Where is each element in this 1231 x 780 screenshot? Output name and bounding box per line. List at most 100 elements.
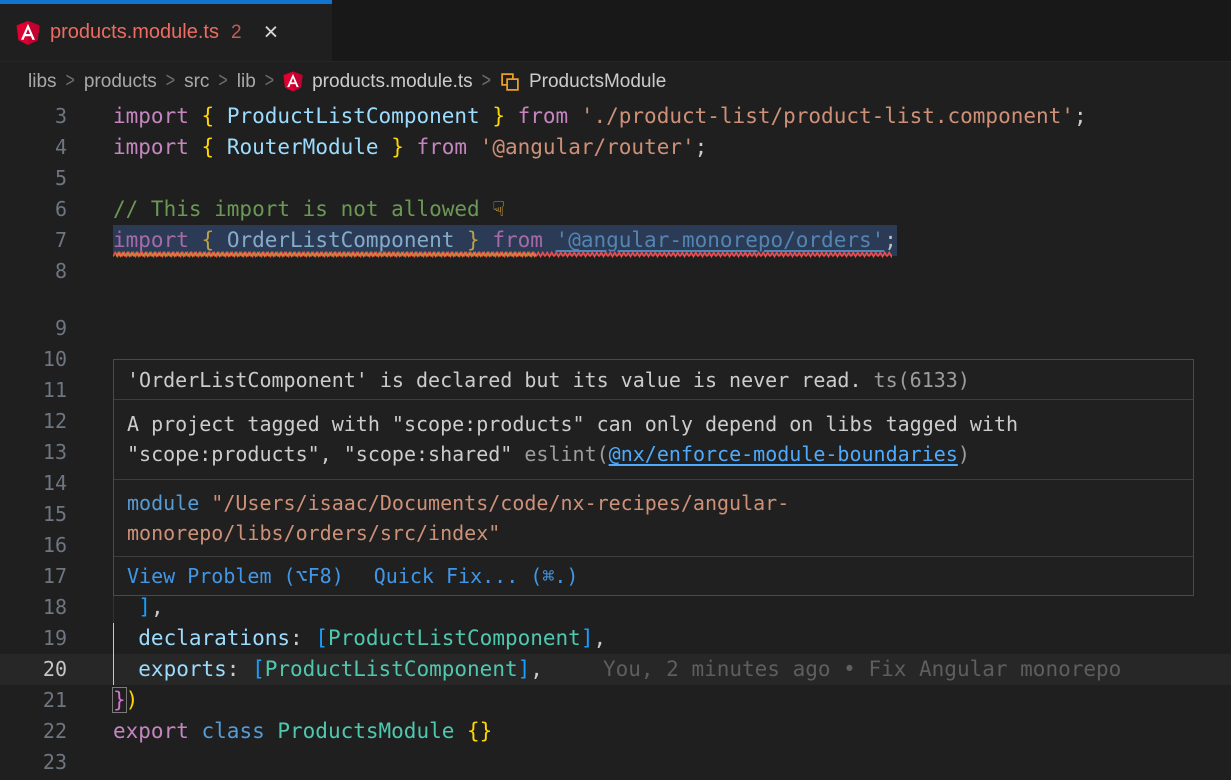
hover-message-section: module "/Users/isaac/Documents/code/nx-r… xyxy=(114,479,1193,556)
breadcrumb: libs > products > src > lib > products.m… xyxy=(0,62,1231,101)
code-line-20[interactable]: 20 exports: [ProductListComponent], You, … xyxy=(0,654,1231,685)
code-text: // This import is not allowed ☟ xyxy=(113,194,505,225)
code-token: ; xyxy=(884,228,897,252)
line-number[interactable]: 12 xyxy=(0,406,67,437)
code-token: import xyxy=(113,228,202,252)
code-content xyxy=(113,747,1231,778)
breadcrumb-item-lib[interactable]: lib xyxy=(237,71,256,93)
breadcrumb-item-file[interactable]: products.module.ts xyxy=(312,71,473,93)
line-number[interactable]: 9 xyxy=(0,313,67,344)
code-token: , xyxy=(151,595,164,619)
code-text: import { RouterModule } from '@angular/r… xyxy=(113,132,707,163)
line-number[interactable]: 15 xyxy=(0,499,67,530)
code-token: from xyxy=(492,228,555,252)
hover-token: module xyxy=(127,491,199,515)
code-token xyxy=(113,595,138,619)
code-line-6[interactable]: 6 // This import is not allowed ☟ xyxy=(0,194,1231,225)
line-number[interactable]: 8 xyxy=(0,256,67,287)
close-icon[interactable]: × xyxy=(264,20,279,45)
angular-icon xyxy=(283,71,303,92)
line-number[interactable]: 5 xyxy=(0,163,67,194)
breadcrumb-item-src[interactable]: src xyxy=(184,71,209,93)
code-token: ; xyxy=(1074,104,1087,128)
code-token: import xyxy=(113,135,202,159)
line-number[interactable]: 11 xyxy=(0,375,67,406)
line-number[interactable]: 13 xyxy=(0,437,67,468)
code-content xyxy=(113,313,1231,344)
code-token: import xyxy=(113,104,202,128)
code-line-8[interactable]: 8 xyxy=(0,256,1231,313)
code-token: } xyxy=(492,104,517,128)
code-token: : xyxy=(290,626,315,650)
breadcrumb-item-products[interactable]: products xyxy=(84,71,157,93)
breadcrumb-item-libs[interactable]: libs xyxy=(28,71,57,93)
eslint-rule-link[interactable]: @nx/enforce-module-boundaries xyxy=(609,442,958,466)
code-line-7[interactable]: 7 import { OrderListComponent } from '@an… xyxy=(0,225,1231,256)
chevron-right-icon: > xyxy=(482,70,491,93)
line-number[interactable]: 20 xyxy=(0,654,67,685)
code-content: import { RouterModule } from '@angular/r… xyxy=(113,132,1231,163)
code-token: } xyxy=(467,228,492,252)
line-number[interactable]: 6 xyxy=(0,194,67,225)
code-token: ☟ xyxy=(492,197,505,221)
tab-bar: products.module.ts 2 × xyxy=(0,0,1231,62)
code-line-23[interactable]: 23 xyxy=(0,747,1231,778)
code-text: ], xyxy=(113,592,164,623)
hover-text-line: module "/Users/isaac/Documents/code/nx-r… xyxy=(127,488,1180,518)
code-token: './product-list/product-list.component' xyxy=(581,104,1074,128)
line-number[interactable]: 4 xyxy=(0,132,67,163)
hover-text-line: 'OrderListComponent' is declared but its… xyxy=(127,365,970,395)
code-text: import { OrderListComponent } from '@ang… xyxy=(113,225,897,256)
tab-label: products.module.ts xyxy=(50,21,219,44)
code-token: ProductListComponent xyxy=(227,104,493,128)
breadcrumb-item-symbol[interactable]: ProductsModule xyxy=(529,71,666,93)
code-token: ) xyxy=(126,688,139,712)
code-content xyxy=(113,256,1231,287)
code-line-5[interactable]: 5 xyxy=(0,163,1231,194)
tab-products-module[interactable]: products.module.ts 2 × xyxy=(0,0,332,61)
code-text: export class ProductsModule {} xyxy=(113,716,492,747)
hover-token: monorepo/libs/orders/src/index" xyxy=(127,521,500,545)
code-token: OrderListComponent xyxy=(227,228,467,252)
code-line-4[interactable]: 4 import { RouterModule } from '@angular/… xyxy=(0,132,1231,163)
code-line-9[interactable]: 9 xyxy=(0,313,1231,344)
view-problem-button[interactable]: View Problem (⌥F8) xyxy=(127,564,344,588)
line-number[interactable]: 18 xyxy=(0,592,67,623)
hover-message-section: A project tagged with "scope:products" c… xyxy=(114,399,1193,479)
code-text: import { ProductListComponent } from './… xyxy=(113,101,1087,132)
code-content: }) xyxy=(113,685,1231,716)
line-number[interactable]: 17 xyxy=(0,561,67,592)
code-line-3[interactable]: 3 import { ProductListComponent } from '.… xyxy=(0,101,1231,132)
hover-token: ) xyxy=(958,442,970,466)
code-content: export class ProductsModule {} xyxy=(113,716,1231,747)
code-line-21[interactable]: 21}) xyxy=(0,685,1231,716)
vscode-window: products.module.ts 2 × libs > products >… xyxy=(0,0,1231,779)
quick-fix-button[interactable]: Quick Fix... (⌘.) xyxy=(374,564,579,588)
code-token: [ xyxy=(315,626,328,650)
line-number[interactable]: 21 xyxy=(0,685,67,716)
line-number[interactable]: 10 xyxy=(0,344,67,375)
code-line-22[interactable]: 22 export class ProductsModule {} xyxy=(0,716,1231,747)
line-number[interactable]: 23 xyxy=(0,747,67,778)
line-number[interactable]: 7 xyxy=(0,225,67,256)
git-blame-annotation: You, 2 minutes ago • Fix Angular monorep… xyxy=(603,657,1121,681)
hover-token: "scope:products", "scope:shared" xyxy=(127,442,524,466)
code-token: { xyxy=(202,135,227,159)
code-text: exports: [ProductListComponent], xyxy=(113,654,543,685)
code-token: , xyxy=(594,626,607,650)
hover-token: eslint( xyxy=(524,442,608,466)
code-line-18[interactable]: 18 ], xyxy=(0,592,1231,623)
code-text: declarations: [ProductListComponent], xyxy=(113,623,606,654)
code-token: { xyxy=(202,104,227,128)
code-content: // This import is not allowed ☟ xyxy=(113,194,1231,225)
code-line-19[interactable]: 19 declarations: [ProductListComponent], xyxy=(0,623,1231,654)
code-token: ] xyxy=(138,595,151,619)
code-token: ; xyxy=(695,135,708,159)
class-symbol-icon xyxy=(500,72,520,92)
line-number[interactable]: 3 xyxy=(0,101,67,132)
line-number[interactable]: 16 xyxy=(0,530,67,561)
code-content: import { ProductListComponent } from './… xyxy=(113,101,1231,132)
line-number[interactable]: 19 xyxy=(0,623,67,654)
line-number[interactable]: 22 xyxy=(0,716,67,747)
line-number[interactable]: 14 xyxy=(0,468,67,499)
